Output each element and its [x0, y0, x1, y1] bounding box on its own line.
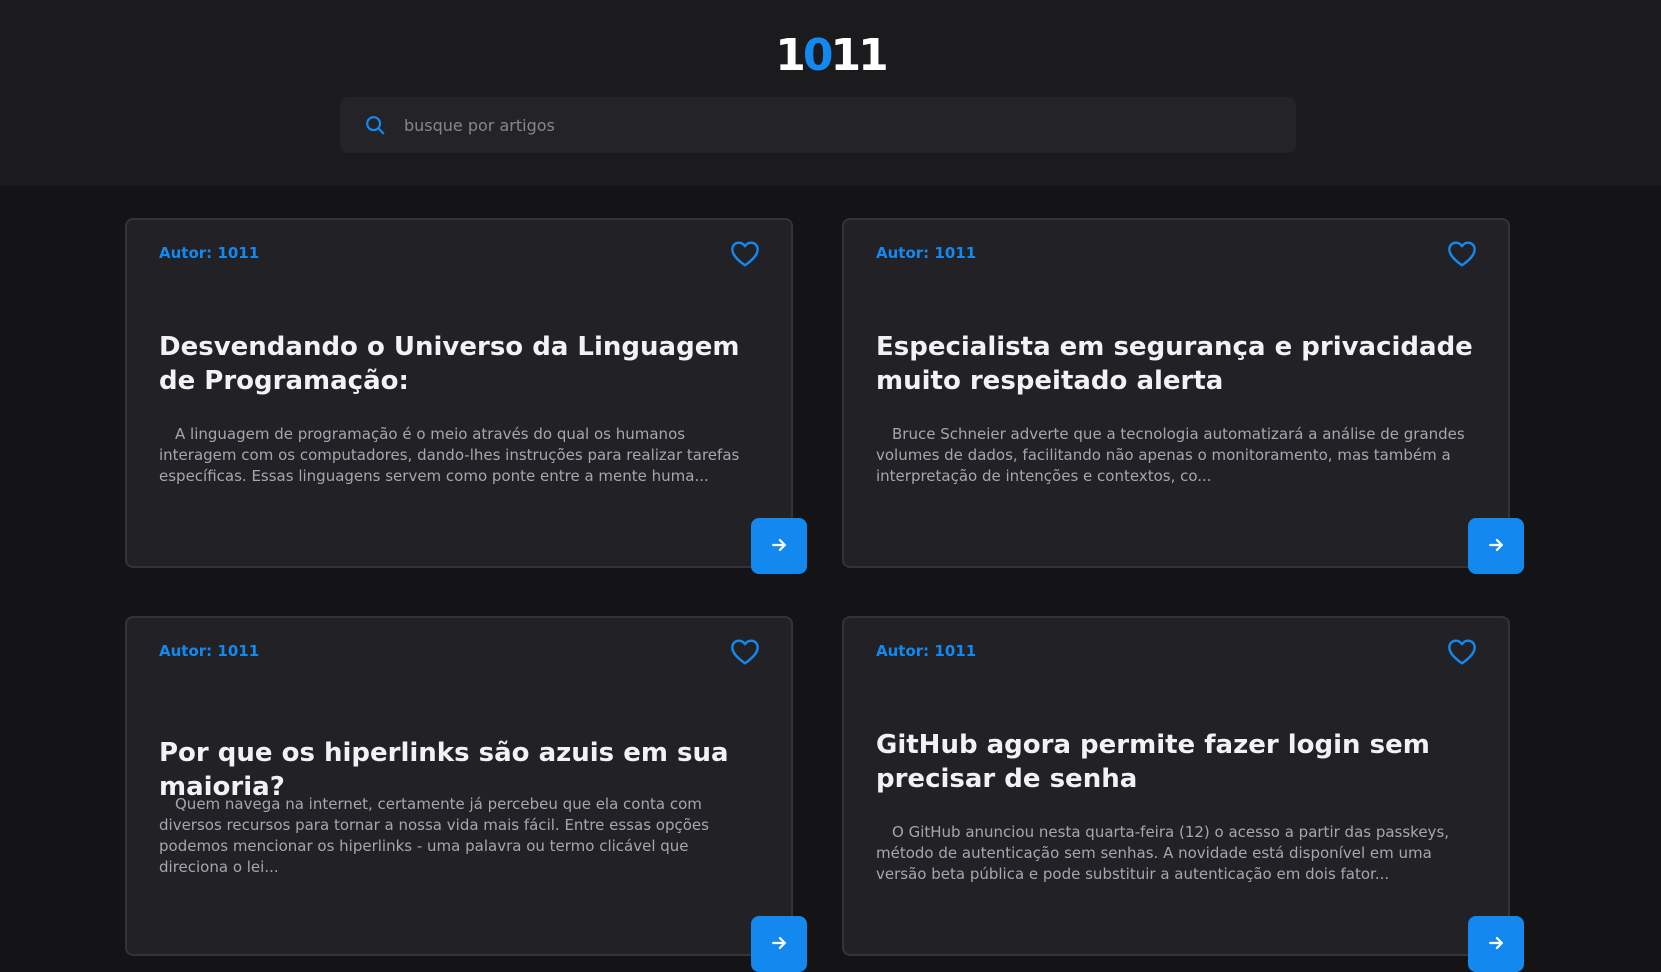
article-card: Autor: 1011 GitHub agora permite fazer l… — [842, 616, 1524, 972]
arrow-right-icon — [1486, 535, 1506, 558]
article-excerpt: Bruce Schneier adverte que a tecnologia … — [876, 425, 1465, 485]
article-card: Autor: 1011 Por que os hiperlinks são az… — [125, 616, 807, 972]
article-excerpt: O GitHub anunciou nesta quarta-feira (12… — [876, 823, 1450, 883]
article-excerpt: Quem navega na internet, certamente já p… — [159, 795, 709, 876]
arrow-right-icon — [769, 535, 789, 558]
open-article-button[interactable] — [751, 518, 807, 574]
article-author: Autor: 1011 — [159, 642, 260, 660]
article-title[interactable]: Desvendando o Universo da Linguagem de P… — [159, 330, 761, 398]
article-author: Autor: 1011 — [876, 642, 977, 660]
open-article-button[interactable] — [1468, 916, 1524, 972]
heart-icon[interactable] — [729, 636, 761, 668]
arrow-right-icon — [1486, 933, 1506, 956]
heart-icon[interactable] — [729, 238, 761, 270]
open-article-button[interactable] — [751, 916, 807, 972]
arrow-right-icon — [769, 933, 789, 956]
article-excerpt: A linguagem de programação é o meio atra… — [159, 425, 740, 485]
articles-grid: Autor: 1011 Desvendando o Universo da Li… — [0, 0, 1661, 972]
article-title[interactable]: GitHub agora permite fazer login sem pre… — [876, 728, 1478, 796]
open-article-button[interactable] — [1468, 518, 1524, 574]
article-card: Autor: 1011 Desvendando o Universo da Li… — [125, 218, 807, 574]
article-author: Autor: 1011 — [876, 244, 977, 262]
heart-icon[interactable] — [1446, 636, 1478, 668]
article-author: Autor: 1011 — [159, 244, 260, 262]
heart-icon[interactable] — [1446, 238, 1478, 270]
article-title[interactable]: Especialista em segurança e privacidade … — [876, 330, 1478, 398]
article-card: Autor: 1011 Especialista em segurança e … — [842, 218, 1524, 574]
